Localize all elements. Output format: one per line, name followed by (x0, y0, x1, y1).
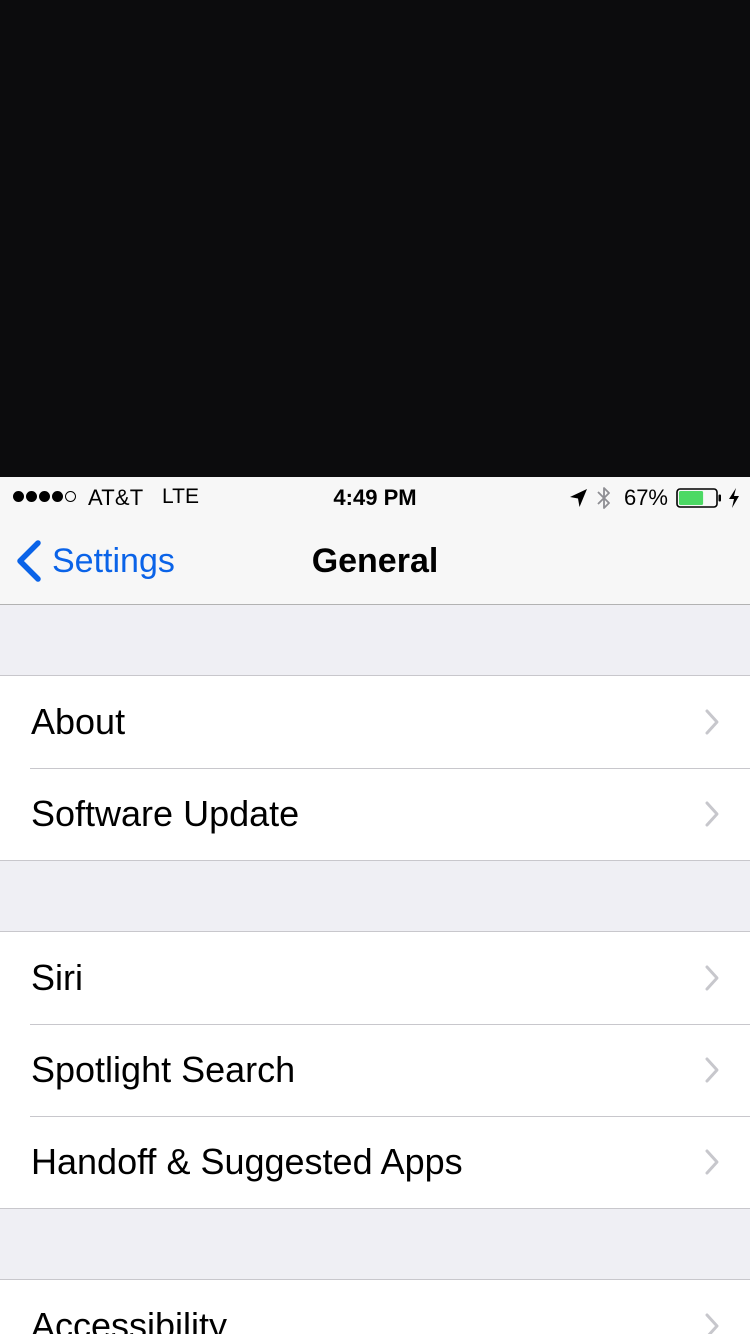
page-title: General (311, 542, 439, 580)
settings-group: About Software Update (0, 675, 750, 861)
battery-fill (679, 491, 704, 505)
group-spacer (0, 1209, 750, 1279)
chevron-right-icon (705, 709, 719, 735)
status-indicators: 67% (568, 483, 740, 513)
settings-item-label: Accessibility (31, 1305, 228, 1334)
settings-item-siri[interactable]: Siri (0, 932, 750, 1024)
chevron-right-icon (705, 1313, 719, 1334)
chevron-right-icon (705, 1149, 719, 1175)
settings-item-label: Spotlight Search (31, 1049, 296, 1090)
settings-item-label: Handoff & Suggested Apps (31, 1141, 463, 1182)
settings-item-software-update[interactable]: Software Update (0, 768, 750, 860)
battery-percentage: 67% (623, 485, 668, 510)
settings-item-accessibility[interactable]: Accessibility (0, 1280, 750, 1334)
location-arrow-icon (569, 489, 587, 507)
battery-icon (676, 488, 721, 508)
settings-item-spotlight-search[interactable]: Spotlight Search (0, 1024, 750, 1116)
settings-item-label: About (31, 701, 126, 742)
settings-group: Accessibility (0, 1279, 750, 1334)
settings-group: Siri Spotlight Search Handoff & Suggeste… (0, 931, 750, 1209)
chevron-right-icon (705, 1057, 719, 1083)
group-spacer (0, 605, 750, 675)
settings-item-about[interactable]: About (0, 676, 750, 768)
group-spacer (0, 861, 750, 931)
settings-item-handoff[interactable]: Handoff & Suggested Apps (0, 1116, 750, 1208)
blackout-area (0, 0, 750, 477)
chevron-right-icon (705, 965, 719, 991)
settings-list: About Software Update Siri Spotlight Sea… (0, 605, 750, 1334)
charging-bolt-icon (729, 488, 739, 508)
settings-screen: AT&T LTE 4:49 PM 67% Settings General Ab… (0, 477, 750, 1334)
settings-item-label: Software Update (31, 793, 300, 834)
status-bar: AT&T LTE 4:49 PM 67% (0, 477, 750, 517)
chevron-right-icon (705, 801, 719, 827)
navigation-bar: Settings General (0, 517, 750, 605)
bluetooth-icon (597, 487, 610, 509)
settings-item-label: Siri (31, 957, 83, 998)
